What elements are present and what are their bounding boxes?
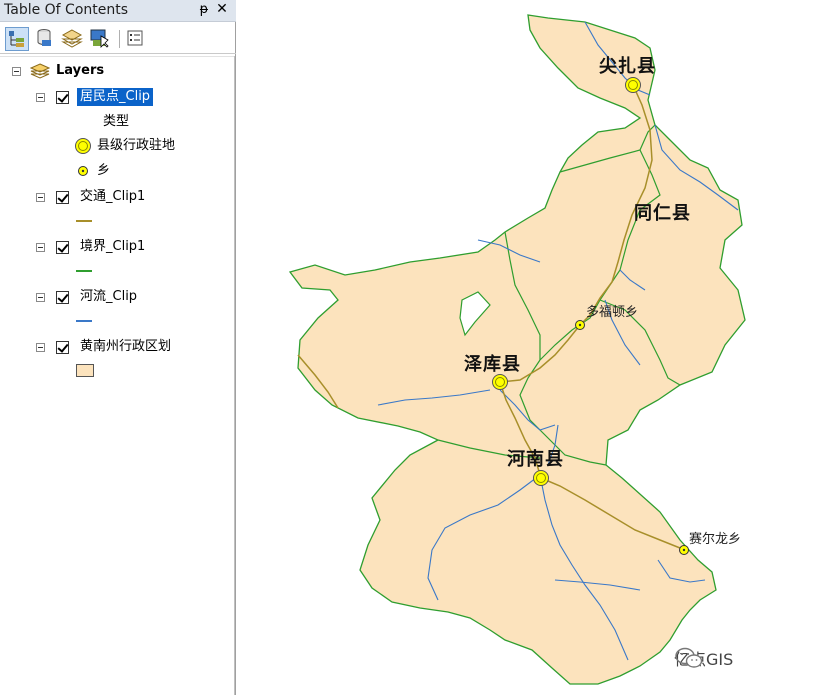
- layer-3-visibility-checkbox[interactable]: [56, 241, 69, 254]
- drawing-order-icon: [9, 31, 24, 47]
- boundary-line-symbol: [76, 270, 92, 272]
- options-button[interactable]: [124, 27, 148, 51]
- township-label-duofudun: 多福顿乡: [586, 305, 639, 320]
- selection-icon: [90, 29, 109, 48]
- layer-2-collapse-toggle[interactable]: [36, 193, 45, 202]
- county-label-tongren: 同仁县: [634, 203, 691, 224]
- township-saierlong-marker: [679, 545, 689, 555]
- layers-root-label[interactable]: Layers: [56, 62, 104, 80]
- county-seat-symbol-icon: [75, 138, 91, 154]
- wechat-icon: [675, 647, 703, 668]
- list-by-visibility-button[interactable]: [61, 27, 85, 51]
- river-line-symbol: [76, 320, 92, 322]
- layers-visibility-icon: [61, 29, 83, 48]
- toc-tree: Layers 居民点_Clip 类型 县级行政驻地 乡 交通_Clip1 境界_…: [0, 56, 234, 695]
- layer-4-visibility-checkbox[interactable]: [56, 291, 69, 304]
- layer-4-name[interactable]: 河流_Clip: [80, 288, 137, 306]
- layer-3-name[interactable]: 境界_Clip1: [80, 238, 145, 256]
- layers-collapse-toggle[interactable]: [12, 67, 21, 76]
- county-seat-jianzha-marker: [625, 77, 641, 93]
- list-by-selection-button[interactable]: [88, 27, 112, 51]
- legend-item-township: 乡: [97, 163, 111, 178]
- layer-1-visibility-checkbox[interactable]: [56, 91, 69, 104]
- layer-5-collapse-toggle[interactable]: [36, 343, 45, 352]
- legend-item-county-seat: 县级行政驻地: [97, 138, 176, 153]
- township-duofudun-marker: [575, 320, 585, 330]
- toolbar-separator: [119, 30, 120, 48]
- pin-icon[interactable]: ᵽ: [198, 2, 210, 17]
- county-seat-henan-marker: [533, 470, 549, 486]
- road-line-symbol: [76, 220, 92, 222]
- township-symbol-icon: [78, 166, 88, 176]
- list-by-drawing-order-button[interactable]: [5, 27, 29, 51]
- options-icon: [127, 30, 143, 46]
- county-seat-zeku-marker: [492, 374, 508, 390]
- table-of-contents-panel: Table Of Contents ᵽ ✕ Layers 居民点_Clip 类型…: [0, 0, 236, 695]
- layer-5-visibility-checkbox[interactable]: [56, 341, 69, 354]
- toc-border: [234, 56, 235, 695]
- layer-1-name[interactable]: 居民点_Clip: [77, 88, 154, 106]
- layer-1-collapse-toggle[interactable]: [36, 93, 45, 102]
- map-canvas[interactable]: [244, 0, 815, 695]
- database-icon: [37, 29, 51, 46]
- county-label-jianzha: 尖扎县: [599, 56, 656, 77]
- layer-5-name[interactable]: 黄南州行政区划: [80, 338, 171, 356]
- toc-toolbar: [0, 26, 236, 54]
- close-icon[interactable]: ✕: [216, 1, 228, 17]
- layer-2-visibility-checkbox[interactable]: [56, 191, 69, 204]
- layers-icon: [30, 63, 50, 79]
- township-label-saierlong: 赛尔龙乡: [689, 532, 742, 547]
- polygon-fill-symbol: [76, 364, 94, 377]
- layer-4-collapse-toggle[interactable]: [36, 293, 45, 302]
- layer-2-name[interactable]: 交通_Clip1: [80, 188, 145, 206]
- list-by-source-button[interactable]: [34, 27, 58, 51]
- map-view[interactable]: 尖扎县 同仁县 泽库县 河南县 多福顿乡 赛尔龙乡 亿点GIS: [244, 0, 815, 695]
- county-label-zeku: 泽库县: [464, 354, 521, 375]
- county-label-henan: 河南县: [507, 449, 564, 470]
- toc-title-bar: Table Of Contents ᵽ ✕: [0, 0, 236, 22]
- layer-3-collapse-toggle[interactable]: [36, 243, 45, 252]
- watermark: 亿点GIS: [674, 646, 733, 670]
- toc-title: Table Of Contents: [4, 2, 129, 18]
- legend-heading: 类型: [103, 114, 130, 129]
